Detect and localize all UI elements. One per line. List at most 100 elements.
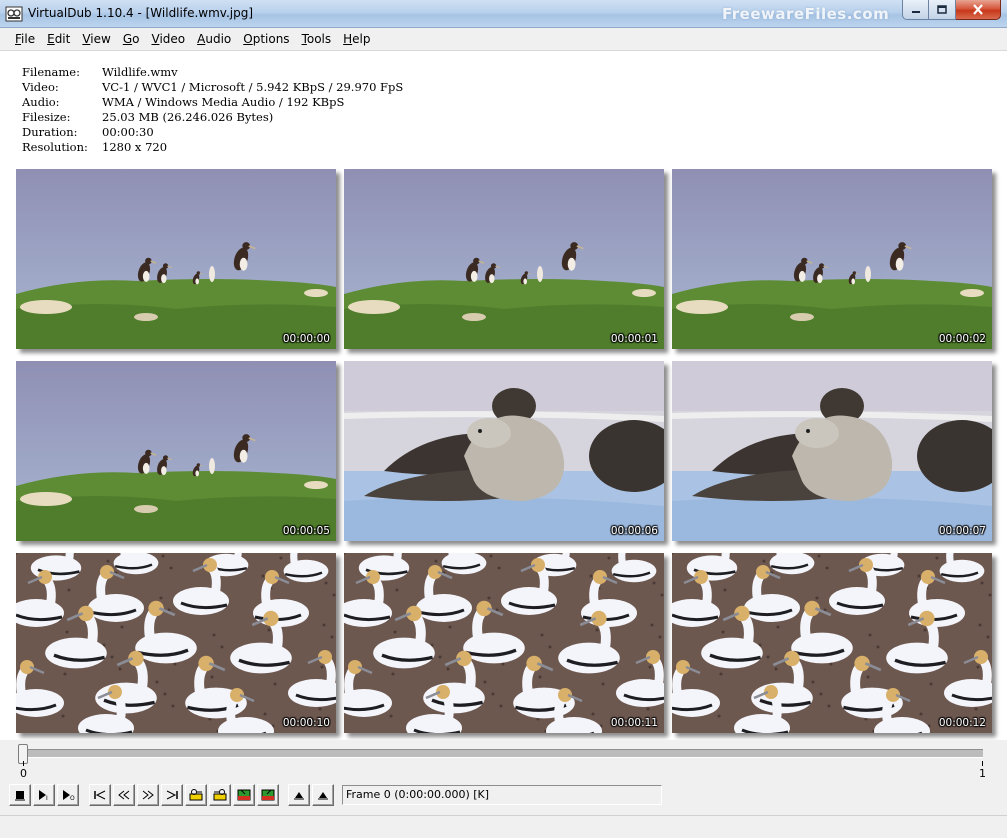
thumbnail-timestamp: 00:00:11: [610, 717, 658, 729]
menu-edit[interactable]: Edit: [41, 29, 76, 49]
fast-forward-icon: [142, 790, 154, 800]
play-input-button[interactable]: I: [33, 784, 55, 806]
menu-options[interactable]: Options: [237, 29, 295, 49]
info-row-audio: Audio: WMA / Windows Media Audio / 192 KB…: [22, 95, 403, 110]
mark-out-icon: [318, 792, 328, 800]
close-button[interactable]: [956, 0, 1001, 20]
thumbnail-image-seals: [672, 361, 992, 541]
next-keyframe-button[interactable]: [209, 784, 231, 806]
mark-in-button[interactable]: [288, 784, 310, 806]
info-label: Resolution:: [22, 140, 88, 154]
thumbnail-image-boobies: [344, 169, 664, 349]
thumbnail-frame: 00:00:00: [16, 169, 336, 349]
menu-tools[interactable]: Tools: [296, 29, 338, 49]
info-label: Duration:: [22, 125, 78, 139]
key-forward-icon: [213, 789, 227, 801]
menu-help-accel: H: [343, 32, 353, 46]
info-label: Filename:: [22, 65, 80, 79]
svg-text:O: O: [70, 795, 75, 801]
info-row-filesize: Filesize: 25.03 MB (26.246.026 Bytes): [22, 110, 403, 125]
rewind-icon: [118, 790, 130, 800]
prev-scene-button[interactable]: [233, 784, 255, 806]
thumbnail-frame: 00:00:12: [672, 553, 992, 733]
thumbnail-frame: 00:00:01: [344, 169, 664, 349]
thumbnail-timestamp: 00:00:12: [938, 717, 986, 729]
menu-help-label: elp: [352, 32, 371, 46]
thumbnail-image-gannets: [672, 553, 992, 733]
step-back-button[interactable]: [113, 784, 135, 806]
menu-go-label: o: [132, 32, 140, 46]
mark-out-button[interactable]: [312, 784, 334, 806]
menu-file-label: ile: [21, 32, 36, 46]
go-to-start-button[interactable]: [89, 784, 111, 806]
minimize-button[interactable]: [902, 0, 929, 20]
thumbnail-image-boobies: [16, 361, 336, 541]
info-row-duration: Duration: 00:00:30: [22, 125, 403, 140]
menu-go[interactable]: Go: [117, 29, 146, 49]
info-value: Wildlife.wmv: [102, 65, 178, 79]
svg-text:I: I: [46, 795, 48, 801]
go-to-end-button[interactable]: [161, 784, 183, 806]
menu-file[interactable]: File: [9, 29, 41, 49]
navigation-toolbar: [89, 784, 281, 808]
skip-end-icon: [166, 790, 178, 800]
timeline-tick-start: [23, 761, 24, 766]
menu-bar: File Edit View Go Video Audio Options To…: [0, 28, 1007, 51]
menu-video[interactable]: Video: [145, 29, 191, 49]
thumbnail-frame: 00:00:06: [344, 361, 664, 541]
minimize-icon: [911, 10, 920, 13]
thumbnail-image-gannets: [344, 553, 664, 733]
info-label: Audio:: [22, 95, 60, 109]
title-bar[interactable]: VirtualDub 1.10.4 - [Wildlife.wmv.jpg] F…: [0, 0, 1007, 28]
thumbnail-timestamp: 00:00:00: [282, 333, 330, 345]
scene-back-icon: [237, 789, 251, 801]
info-value: WMA / Windows Media Audio / 192 KBpS: [102, 95, 345, 109]
step-forward-button[interactable]: [137, 784, 159, 806]
thumbnail-timestamp: 00:00:01: [610, 333, 658, 345]
video-pane[interactable]: Filename: Wildlife.wmv Video: VC-1 / WVC1 …: [0, 52, 1007, 750]
stop-icon: [15, 791, 25, 801]
maximize-button[interactable]: [929, 0, 956, 20]
thumbnail-timestamp: 00:00:06: [610, 525, 658, 537]
next-scene-button[interactable]: [257, 784, 279, 806]
thumbnail-frame: 00:00:07: [672, 361, 992, 541]
close-icon: [973, 4, 983, 15]
playback-toolbar: I O: [9, 784, 81, 808]
stop-button[interactable]: [9, 784, 31, 806]
mark-in-icon: [294, 792, 304, 800]
timeline-track[interactable]: [19, 749, 983, 758]
menu-edit-accel: E: [47, 32, 55, 46]
info-value: 25.03 MB (26.246.026 Bytes): [102, 110, 274, 124]
thumbnail-timestamp: 00:00:10: [282, 717, 330, 729]
skip-start-icon: [94, 790, 106, 800]
thumbnail-image-boobies: [672, 169, 992, 349]
menu-audio[interactable]: Audio: [191, 29, 237, 49]
thumbnail-timestamp: 00:00:02: [938, 333, 986, 345]
menu-edit-label: dit: [54, 32, 71, 46]
timeline-start-label: 0: [20, 767, 27, 780]
play-output-button[interactable]: O: [57, 784, 79, 806]
menu-options-label: ptions: [252, 32, 290, 46]
menu-tools-label: ools: [306, 32, 332, 46]
timeline-tick-end: [982, 761, 983, 766]
selection-toolbar: [288, 784, 336, 808]
window-controls: [902, 0, 1001, 20]
thumbnail-timestamp: 00:00:05: [282, 525, 330, 537]
status-bar: [0, 815, 1007, 838]
info-label: Filesize:: [22, 110, 71, 124]
thumbnail-timestamp: 00:00:07: [938, 525, 986, 537]
info-value: VC-1 / WVC1 / Microsoft / 5.942 KBpS / 2…: [102, 80, 404, 94]
prev-keyframe-button[interactable]: [185, 784, 207, 806]
play-input-icon: I: [39, 790, 48, 801]
info-label: Video:: [22, 80, 59, 94]
maximize-icon: [937, 4, 947, 14]
menu-go-accel: G: [122, 32, 133, 46]
menu-help[interactable]: Help: [337, 29, 376, 49]
info-row-video: Video: VC-1 / WVC1 / Microsoft / 5.942 KB…: [22, 80, 403, 95]
thumbnail-frame: 00:00:10: [16, 553, 336, 733]
menu-view[interactable]: View: [76, 29, 116, 49]
menu-options-accel: O: [243, 32, 253, 46]
bottom-panel: 0 1 I O Frame 0 (0:00:00.000) [K]: [0, 740, 1007, 838]
scene-forward-icon: [261, 789, 275, 801]
timeline-end-label: 1: [979, 767, 986, 780]
